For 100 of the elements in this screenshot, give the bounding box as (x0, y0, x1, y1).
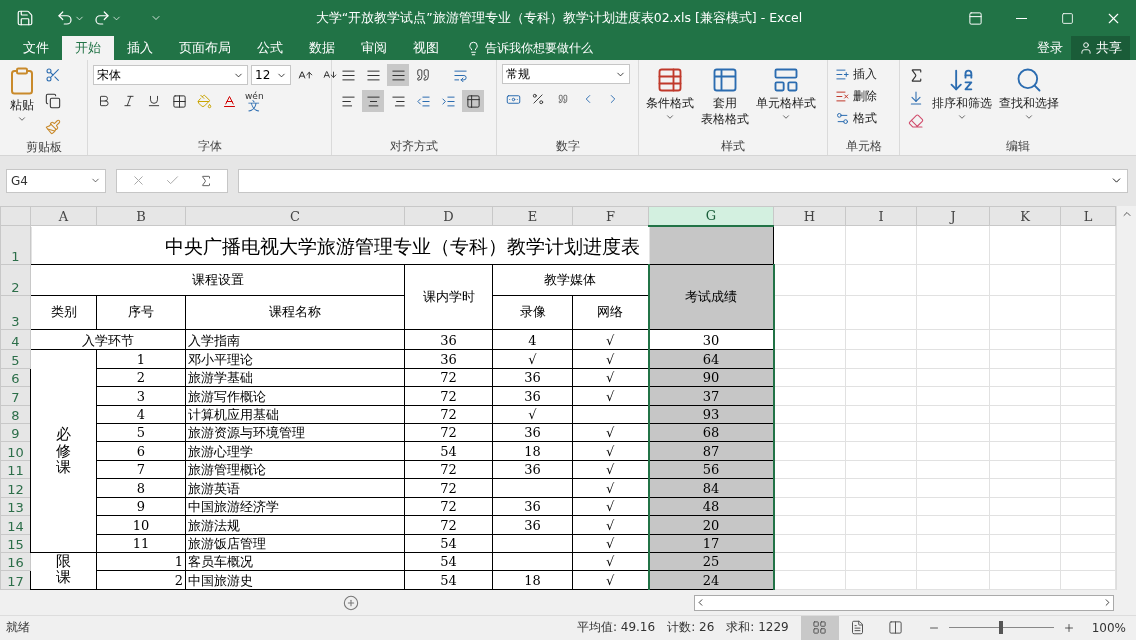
page-icon (850, 620, 866, 636)
merge-center-button[interactable] (462, 90, 484, 112)
scissors-icon (45, 67, 61, 83)
column-header[interactable]: H (773, 206, 846, 226)
insert-button[interactable]: 插入 (833, 64, 879, 85)
zoom-level[interactable]: 100% (1091, 621, 1126, 635)
ribbon-tab[interactable]: 视图 (400, 36, 452, 60)
status-stat: 求和: 1229 (726, 619, 789, 637)
decrease-indent-icon (415, 93, 431, 109)
header-cell: 序号 (96, 295, 186, 330)
status-text: 就绪 (6, 619, 30, 637)
header-cell: 课程设置 (30, 264, 405, 296)
table-bars-icon (656, 66, 684, 94)
align-left-icon (340, 93, 356, 109)
column-header[interactable]: J (916, 206, 990, 226)
column-header[interactable]: F (572, 206, 649, 226)
category-cell: 限课 (30, 552, 97, 590)
save-icon (16, 9, 34, 27)
column-header[interactable]: L (1060, 206, 1116, 226)
format-as-table-button[interactable]: 套用 表格格式 (699, 64, 751, 137)
header-cell: 课内学时 (404, 264, 493, 330)
ribbon-tab[interactable]: 文件 (10, 36, 62, 60)
insert-rows-icon (835, 67, 850, 82)
phonetic-button[interactable]: wén 文 (243, 91, 266, 111)
font-select[interactable]: 宋体 (93, 65, 248, 85)
row-header[interactable]: 4 (0, 329, 31, 350)
column-header[interactable]: C (185, 206, 405, 226)
paintbrush-icon (45, 119, 61, 135)
minimize-icon (1015, 17, 1027, 19)
status-stat: 平均值: 49.16 (576, 619, 656, 637)
align-top-icon (340, 67, 356, 83)
ribbon-tab[interactable]: 插入 (114, 36, 166, 60)
column-header[interactable]: K (989, 206, 1061, 226)
caret-icon (957, 112, 967, 122)
group-label: 编辑 (1005, 138, 1031, 155)
column-header[interactable]: D (404, 206, 493, 226)
ribbon-tab[interactable]: 公式 (244, 36, 296, 60)
category-cell: 必修课 (30, 349, 97, 553)
font-size-select[interactable]: 12 (251, 65, 291, 85)
ribbon-tab[interactable]: 页面布局 (166, 36, 244, 60)
find-select-button[interactable]: 查找和选择 (997, 64, 1061, 137)
header-cell: 考试成绩 (648, 264, 774, 330)
row-header[interactable]: 3 (0, 295, 31, 330)
maximize-icon (1060, 11, 1074, 25)
borders-icon (171, 93, 187, 109)
group-label: 对齐方式 (389, 138, 439, 155)
window-title: 大学“开放教学试点”旅游管理专业（专科）教学计划进度表02.xls [兼容模式] - Excel (314, 9, 804, 27)
ribbon-tab[interactable]: 开始 (62, 36, 114, 60)
align-bottom-button[interactable] (387, 64, 409, 86)
table-cell: 30 (648, 329, 774, 350)
underline-icon (147, 94, 161, 108)
header-cell: 录像 (492, 295, 573, 330)
delete-button[interactable]: 删除 (833, 86, 879, 107)
column-header[interactable]: B (96, 206, 186, 226)
horizontal-scrollbar[interactable] (694, 594, 1114, 611)
italic-icon (122, 94, 136, 108)
paint-bucket-icon (196, 93, 212, 109)
wrap-text-icon (452, 67, 468, 83)
redo-icon (93, 9, 111, 27)
column-header[interactable]: I (845, 206, 917, 226)
row-header[interactable]: 1 (0, 225, 31, 265)
slider-thumb[interactable] (999, 621, 1004, 635)
sign-in-link[interactable]: 登录 (1029, 36, 1071, 60)
align-center-icon (365, 93, 381, 109)
page-break-icon (888, 620, 904, 636)
status-stat: 计数: 26 (667, 619, 715, 637)
sheet-title: 中央广播电视大学旅游管理专业（专科）教学计划进度表 (30, 225, 774, 265)
view-button[interactable] (800, 616, 839, 640)
group-label: 样式 (720, 138, 746, 155)
caret-icon (781, 112, 791, 122)
name-box[interactable]: G4 (6, 168, 106, 193)
formula-field[interactable] (238, 168, 1128, 193)
delete-rows-icon (835, 89, 850, 104)
percent-icon (531, 92, 545, 106)
group-label: 数字 (554, 138, 581, 155)
column-header[interactable]: A (30, 206, 97, 226)
number-format-select[interactable]: 常规 (502, 64, 630, 84)
row-header[interactable]: 2 (0, 264, 31, 296)
align-right-icon (390, 93, 406, 109)
increase-indent-icon (440, 93, 456, 109)
cell-styles-button[interactable]: 单元格样式 (754, 64, 818, 137)
paste-button[interactable]: 粘贴 (5, 64, 39, 138)
format-icon (835, 111, 850, 126)
align-middle-icon (365, 67, 381, 83)
group-label: 单元格 (844, 138, 883, 155)
sort-filter-button[interactable]: 排序和筛选 (930, 64, 994, 137)
header-cell: 教学媒体 (492, 264, 649, 296)
ribbon-tab[interactable]: 审阅 (348, 36, 400, 60)
conditional-format-button[interactable]: 条件格式 (644, 64, 696, 137)
share-button[interactable]: 共享 (1071, 36, 1130, 60)
column-header[interactable]: E (492, 206, 573, 226)
caret-icon (17, 114, 27, 124)
column-header[interactable]: G (648, 206, 774, 226)
font-color-icon (221, 93, 237, 109)
format-button[interactable]: 格式 (833, 108, 879, 129)
caret-icon (665, 112, 675, 122)
tell-me-field[interactable]: 告诉我你想要做什么 (485, 39, 593, 57)
ribbon-options-icon (967, 10, 983, 26)
group-label: 剪贴板 (24, 139, 63, 156)
ribbon-tab[interactable]: 数据 (296, 36, 348, 60)
